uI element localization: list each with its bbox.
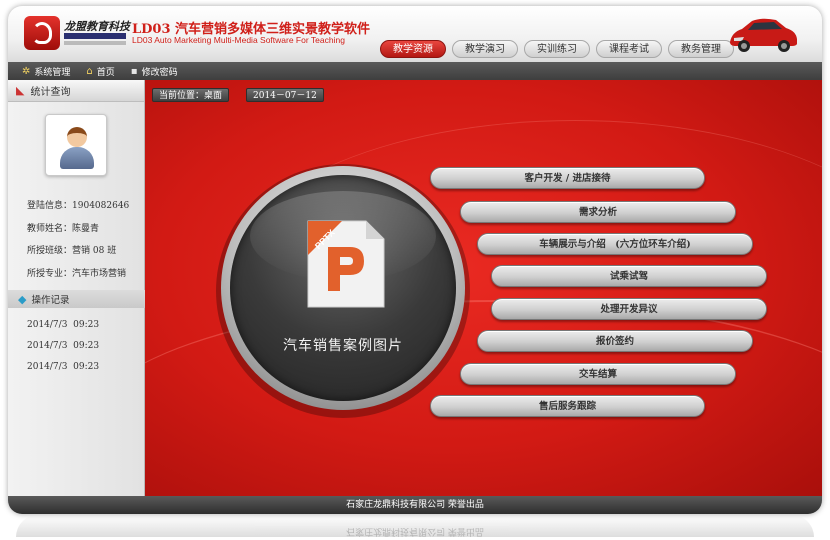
menu-after-sales[interactable]: 售后服务跟踪 [430, 395, 705, 417]
tab-teaching-resources[interactable]: 教学资源 [380, 40, 446, 58]
avatar-body [60, 147, 94, 169]
app-subtitle: LD03 Auto Marketing Multi-Media Software… [132, 35, 345, 45]
sidebar: ◣ 统计查询 登陆信息：1904082646 教师姓名：陈曼青 所授班级：营销 … [8, 80, 145, 496]
date-display: 2014－07－12 [246, 88, 324, 102]
disc-label: 汽车销售案例图片 [283, 338, 403, 354]
avatar [45, 114, 107, 176]
list-item: 2014/7/3 09:23 [27, 362, 100, 372]
toolbar-change-password[interactable]: ▪ 修改密码 [131, 65, 178, 78]
lock-icon: ▪ [130, 65, 138, 77]
toolbar-system-management[interactable]: ✲ 系统管理 [22, 65, 70, 78]
log-icon: ◆ [18, 292, 27, 306]
company-name-underline [64, 33, 126, 39]
info-class: 所授班级：营销 08 班 [27, 246, 117, 256]
menu-quote-signing[interactable]: 报价签约 [477, 330, 753, 352]
info-login: 登陆信息：1904082646 [27, 201, 130, 211]
toolbar-label: 系统管理 [34, 67, 71, 78]
car-icon [730, 18, 797, 52]
list-item: 2014/7/3 09:23 [27, 320, 100, 330]
app-window: 龙盟教育科技 LD03 汽车营销多媒体三维实景教学软件 LD03 Auto Ma… [8, 6, 822, 514]
info-teacher-name: 教师姓名：陈曼青 [27, 223, 100, 234]
header: 龙盟教育科技 LD03 汽车营销多媒体三维实景教学软件 LD03 Auto Ma… [8, 6, 822, 62]
operation-log-header: ◆ 操作记录 [8, 290, 145, 308]
list-item: 2014/7/3 09:23 [27, 341, 100, 351]
company-name: 龙盟教育科技 [64, 20, 130, 33]
operation-log-list: 2014/7/3 09:23 2014/7/3 09:23 2014/7/3 0… [27, 320, 99, 383]
footer: 石家庄龙鼎科技有限公司 荣誉出品 [8, 496, 822, 514]
stats-icon: ◣ [16, 84, 25, 97]
toolbar-label: 修改密码 [141, 67, 178, 78]
settings-icon: ✲ [22, 65, 31, 77]
home-icon: ⌂ [86, 65, 93, 77]
logo-icon [24, 16, 60, 50]
toolbar-home[interactable]: ⌂ 首页 [86, 65, 114, 78]
stats-panel-header: ◣ 统计查询 [8, 80, 144, 102]
tab-teaching-demo[interactable]: 教学演习 [452, 40, 518, 58]
main-nav: 教学资源 教学演习 实训练习 课程考试 教务管理 [380, 40, 734, 58]
menu-test-drive[interactable]: 试乘试驾 [491, 265, 767, 287]
menu-delivery-settlement[interactable]: 交车结算 [460, 363, 736, 385]
stats-title: 统计查询 [30, 87, 71, 98]
user-info-list: 登陆信息：1904082646 教师姓名：陈曼青 所授班级：营销 08 班 所授… [27, 198, 129, 288]
company-name-divider [64, 41, 126, 45]
info-major: 所授专业：汽车市场营销 [27, 268, 127, 279]
toolbar-label: 首页 [96, 67, 115, 78]
menu-handle-objections[interactable]: 处理开发异议 [491, 298, 767, 320]
tab-academic-admin[interactable]: 教务管理 [668, 40, 734, 58]
operation-log-title: 操作记录 [31, 295, 70, 306]
tab-course-exam[interactable]: 课程考试 [596, 40, 662, 58]
pptx-file-icon: PPTX [307, 220, 385, 308]
case-images-disc-button[interactable]: PPTX 汽车销售案例图片 [221, 166, 465, 410]
avatar-head [67, 127, 87, 147]
toolbar: ✲ 系统管理 ⌂ 首页 ▪ 修改密码 [8, 62, 822, 80]
window-reflection: 石家庄龙鼎科技有限公司 荣誉出品 [16, 515, 814, 537]
main-content: 当前位置：桌面 2014－07－12 PPTX 汽车销售案例图片 客户开发 / … [145, 80, 822, 496]
breadcrumb: 当前位置：桌面 [152, 88, 230, 102]
menu-vehicle-presentation[interactable]: 车辆展示与介绍 (六方位环车介绍) [477, 233, 753, 255]
disc-face: PPTX 汽车销售案例图片 [230, 175, 456, 401]
menu-needs-analysis[interactable]: 需求分析 [460, 201, 736, 223]
tab-practical-training[interactable]: 实训练习 [524, 40, 590, 58]
menu-customer-development[interactable]: 客户开发 / 进店接待 [430, 167, 705, 189]
